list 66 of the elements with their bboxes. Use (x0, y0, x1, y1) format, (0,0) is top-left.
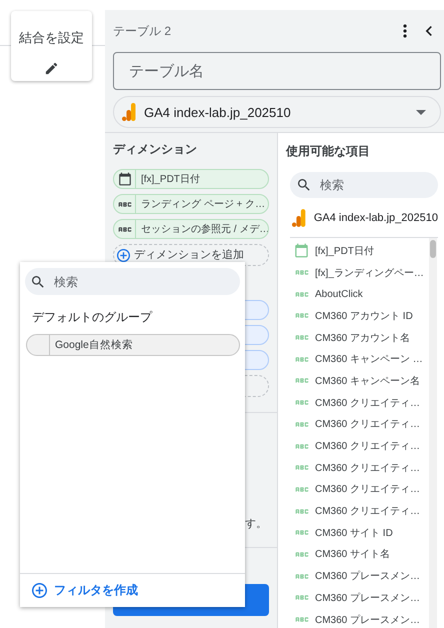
abc-icon (294, 444, 308, 449)
field-item[interactable]: CM360 キャンペーン … (294, 348, 429, 370)
abc-icon (294, 574, 308, 579)
abc-icon (118, 202, 132, 206)
search-icon (296, 177, 312, 193)
abc-icon (294, 465, 308, 470)
dimensions-heading: ディメンション (113, 141, 198, 158)
abc-icon (294, 530, 308, 536)
abc-icon (294, 552, 308, 557)
abc-icon (294, 270, 308, 276)
source-name: GA4 index-lab.jp_202510 (314, 212, 438, 224)
field-item[interactable]: AboutClick (294, 283, 429, 306)
join-card[interactable]: 結合を設定 (11, 11, 92, 81)
abc-icon (294, 292, 308, 297)
field-item[interactable]: CM360 アカウント名 (294, 326, 429, 348)
create-filter-link[interactable]: フィルタを作成 (32, 582, 138, 599)
dimension-chip[interactable]: セッションの参照元 / メデ… (113, 219, 269, 239)
abc-icon (294, 356, 308, 362)
field-item[interactable]: CM360 クリエイティ… (294, 500, 429, 522)
field-search[interactable]: 検索 (290, 172, 438, 198)
field-item[interactable]: CM360 クリエイティ… (294, 414, 429, 436)
table-title: テーブル 2 (113, 22, 172, 40)
field-item[interactable]: CM360 サイト ID (294, 522, 429, 544)
abc-icon (294, 486, 308, 492)
field-item[interactable]: CM360 アカウント ID (294, 305, 429, 327)
data-source-select[interactable]: GA4 index-lab.jp_202510 (113, 96, 441, 128)
abc-icon (294, 617, 308, 622)
field-item[interactable]: CM360 プレースメン… (294, 587, 429, 609)
abc-icon (118, 226, 132, 232)
abc-icon (294, 422, 308, 427)
calendar-icon (294, 243, 309, 258)
group-heading: デフォルトのグループ (32, 309, 152, 326)
filter-chip[interactable]: Google自然検索 (26, 334, 240, 356)
field-item[interactable]: CM360 クリエイティ… (294, 435, 429, 457)
abc-icon (294, 313, 308, 318)
field-item[interactable]: CM360 サイト名 (294, 544, 429, 566)
search-icon (30, 274, 46, 290)
abc-icon (294, 595, 308, 600)
abc-icon (294, 335, 308, 340)
field-item[interactable]: CM360 クリエイティ… (294, 392, 429, 414)
field-item[interactable]: CM360 クリエイティ… (294, 478, 429, 500)
filter-search[interactable]: 検索 (25, 268, 240, 295)
data-source-name: GA4 index-lab.jp_202510 (144, 104, 292, 120)
field-item[interactable]: [fx]_PDT日付 (294, 240, 429, 262)
available-fields-heading: 使用可能な項目 (284, 143, 371, 160)
dimension-chip[interactable]: [fx]_PDT日付 (113, 169, 269, 189)
field-item[interactable]: CM360 キャンペーン名 (294, 370, 429, 392)
search-input[interactable]: 検索 (52, 274, 152, 290)
join-label: 結合を設定 (19, 29, 84, 47)
note-text: す。 (245, 517, 267, 531)
field-item[interactable]: CM360 プレースメン… (294, 565, 429, 587)
abc-icon (294, 508, 308, 514)
field-item[interactable]: CM360 クリエイティ… (294, 456, 429, 479)
table-name-field[interactable]: テーブル名 (113, 52, 441, 90)
analytics-logo-icon (122, 103, 136, 121)
search-input[interactable]: 検索 (318, 177, 418, 193)
analytics-logo-icon (292, 208, 306, 226)
scrollbar[interactable] (429, 238, 437, 628)
field-item[interactable]: CM360 プレースメン… (294, 608, 429, 628)
dimension-chip[interactable]: ランディング ページ + ク… (113, 194, 269, 214)
abc-icon (294, 400, 308, 406)
calendar-icon (118, 172, 132, 186)
dropdown-caret-icon (416, 110, 426, 114)
pencil-icon[interactable] (44, 61, 59, 76)
field-item[interactable]: [fx]_ランディングペー… (294, 262, 429, 284)
abc-icon (294, 378, 308, 384)
